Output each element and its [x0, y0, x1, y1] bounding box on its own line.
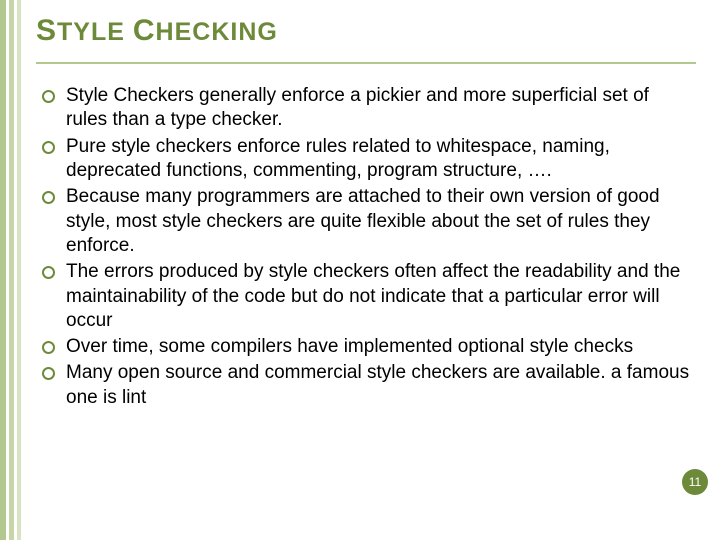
- list-item: Many open source and commercial style ch…: [36, 361, 690, 410]
- title-word1-rest: TYLE: [57, 18, 125, 46]
- bullet-list: Style Checkers generally enforce a picki…: [36, 84, 690, 410]
- page-number: 11: [689, 475, 701, 489]
- slide-content: STYLE CHECKING Style Checkers generally …: [36, 14, 690, 412]
- title-word2-cap: C: [133, 14, 156, 47]
- title-word2-rest: HECKING: [156, 18, 278, 46]
- slide-title: STYLE CHECKING: [36, 14, 690, 48]
- title-underline: [36, 62, 696, 64]
- list-item: Pure style checkers enforce rules relate…: [36, 135, 690, 184]
- list-item: Over time, some compilers have implement…: [36, 335, 690, 359]
- left-accent-bars: [0, 0, 26, 540]
- list-item: Style Checkers generally enforce a picki…: [36, 84, 690, 133]
- accent-bar-3: [17, 0, 21, 540]
- list-item: The errors produced by style checkers of…: [36, 260, 690, 333]
- title-word1-cap: S: [36, 14, 57, 47]
- page-number-badge: 11: [682, 469, 708, 495]
- list-item: Because many programmers are attached to…: [36, 185, 690, 258]
